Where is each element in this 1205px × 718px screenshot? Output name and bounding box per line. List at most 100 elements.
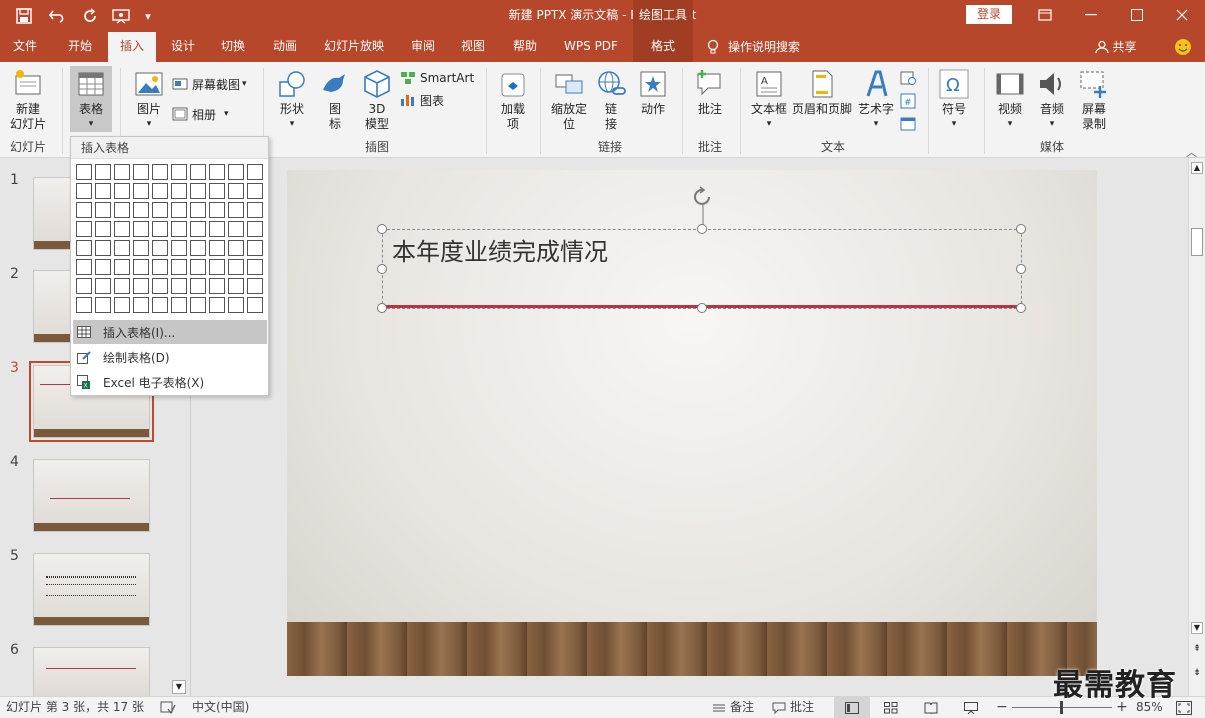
table-grid-cell[interactable] [95,297,111,313]
table-grid-cell[interactable] [171,278,187,294]
tab-review[interactable]: 审阅 [400,32,446,62]
close-icon[interactable] [1159,0,1205,30]
table-grid-cell[interactable] [133,202,149,218]
table-grid-cell[interactable] [171,297,187,313]
table-grid-cell[interactable] [95,278,111,294]
scroll-down-icon[interactable]: ▼ [1191,622,1203,634]
table-grid-cell[interactable] [152,164,168,180]
table-grid-cell[interactable] [133,297,149,313]
table-grid-cell[interactable] [247,278,263,294]
table-grid-cell[interactable] [209,278,225,294]
table-grid-cell[interactable] [152,278,168,294]
tab-insert[interactable]: 插入 [108,32,156,62]
table-grid-cell[interactable] [152,221,168,237]
draw-table-menu-item[interactable]: 绘制表格(D) [73,345,267,369]
table-grid-cell[interactable] [76,202,92,218]
tab-home[interactable]: 开始 [56,32,104,62]
table-grid-cell[interactable] [114,164,130,180]
smiley-feedback-icon[interactable] [1170,32,1196,62]
tab-help[interactable]: 帮助 [502,32,548,62]
table-grid-cell[interactable] [114,297,130,313]
table-grid-cell[interactable] [209,221,225,237]
table-grid-cell[interactable] [171,183,187,199]
new-slide-button[interactable]: 新建 幻灯片 [5,68,51,132]
tab-wps-pdf[interactable]: WPS PDF [556,32,626,62]
table-grid-cell[interactable] [190,297,206,313]
table-grid-cell[interactable] [152,240,168,256]
date-time-icon[interactable] [900,68,920,88]
addins-button[interactable]: 加载 项 [494,68,532,132]
table-grid-cell[interactable] [171,221,187,237]
table-grid-cell[interactable] [171,240,187,256]
tab-animations[interactable]: 动画 [260,32,310,62]
table-grid-cell[interactable] [76,297,92,313]
redo-icon[interactable] [80,0,100,32]
customize-quick-access-icon[interactable]: ▾ [140,0,156,32]
table-grid-cell[interactable] [114,202,130,218]
slide-title[interactable]: 本年度业绩完成情况 [392,232,608,267]
table-grid-cell[interactable] [76,259,92,275]
table-grid-cell[interactable] [76,221,92,237]
wordart-button[interactable]: 艺术字 ▾ [856,68,896,132]
tab-view[interactable]: 视图 [450,32,496,62]
slide-sorter-icon[interactable] [884,697,904,718]
rotate-handle-icon[interactable] [690,185,716,229]
resize-handle[interactable] [1016,224,1026,234]
previous-slide-icon[interactable]: ⇞ [1191,644,1203,656]
tab-design[interactable]: 设计 [160,32,206,62]
screen-recording-button[interactable]: 屏幕 录制 [1076,68,1112,132]
table-button[interactable]: 表格 ▾ [70,66,112,132]
screenshot-button[interactable]: 屏幕截图 ▾ [172,74,247,94]
table-grid-cell[interactable] [171,202,187,218]
table-grid-cell[interactable] [76,183,92,199]
icons-button[interactable]: 图 标 [318,68,352,132]
table-grid-cell[interactable] [247,297,263,313]
reading-view-icon[interactable] [924,697,944,718]
table-grid-cell[interactable] [209,202,225,218]
resize-handle[interactable] [1016,264,1026,274]
table-grid-cell[interactable] [95,183,111,199]
slide-thumbnail-6[interactable] [33,647,150,696]
tab-format[interactable]: 格式 [633,32,693,62]
table-grid-cell[interactable] [209,183,225,199]
table-grid-cell[interactable] [95,221,111,237]
table-grid-cell[interactable] [76,278,92,294]
picture-button[interactable]: 图片 ▾ [130,68,168,132]
start-from-beginning-icon[interactable] [108,0,134,32]
table-grid-cell[interactable] [76,164,92,180]
resize-handle[interactable] [377,224,387,234]
table-grid-cell[interactable] [228,164,244,180]
zoom-out-icon[interactable]: − [996,697,1008,718]
table-grid-cell[interactable] [190,183,206,199]
maximize-icon[interactable] [1114,0,1160,30]
editor-vertical-scrollbar[interactable]: ▲ ▼ ⇞ ⇟ [1188,158,1205,696]
insert-table-menu-item[interactable]: 插入表格(I)... [73,320,267,344]
table-grid-cell[interactable] [228,297,244,313]
slide-thumbnail-5[interactable] [33,553,150,626]
scroll-down-icon[interactable]: ▼ [172,680,186,694]
tab-slideshow[interactable]: 幻灯片放映 [316,32,392,62]
table-grid-cell[interactable] [228,221,244,237]
slide-number-icon[interactable]: # [900,91,920,111]
table-grid-cell[interactable] [247,259,263,275]
slide-thumbnail-4[interactable] [33,459,150,532]
language-status[interactable]: 中文(中国) [192,697,249,718]
table-grid-cell[interactable] [133,183,149,199]
table-grid-cell[interactable] [190,240,206,256]
ribbon-display-options-icon[interactable] [1022,0,1068,30]
video-button[interactable]: 视频 ▾ [992,68,1028,132]
excel-spreadsheet-menu-item[interactable]: X Excel 电子表格(X) [73,370,267,394]
table-grid-cell[interactable] [190,221,206,237]
table-grid-cell[interactable] [190,202,206,218]
smartart-button[interactable]: SmartArt [400,68,474,88]
table-grid-cell[interactable] [228,278,244,294]
table-grid-cell[interactable] [190,278,206,294]
link-button[interactable]: 链 接 [594,68,628,132]
table-grid-cell[interactable] [152,202,168,218]
tab-file[interactable]: 文件 [0,32,50,62]
textbox-button[interactable]: A 文本框 ▾ [748,68,790,132]
table-grid-cell[interactable] [209,240,225,256]
login-button[interactable]: 登录 [966,5,1012,24]
undo-icon[interactable] [42,0,74,32]
header-footer-button[interactable]: 页眉和页脚 [792,68,852,117]
